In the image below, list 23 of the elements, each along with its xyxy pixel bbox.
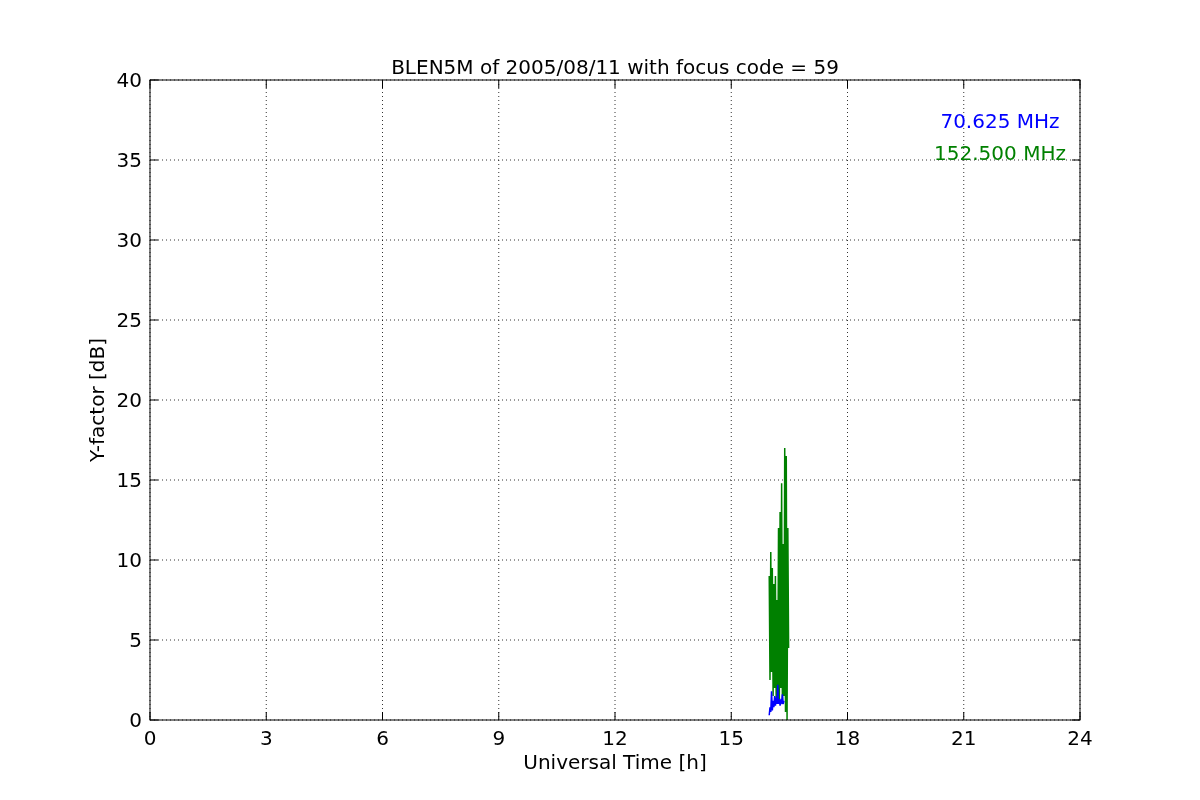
legend-label: 70.625 MHz [940, 109, 1060, 133]
x-axis-label: Universal Time [h] [523, 750, 707, 774]
y-tick-label: 10 [116, 548, 142, 572]
y-tick-label: 5 [129, 628, 142, 652]
y-tick-label: 0 [129, 708, 142, 732]
x-tick-label: 12 [602, 726, 628, 750]
x-tick-label: 24 [1067, 726, 1093, 750]
chart-title: BLEN5M of 2005/08/11 with focus code = 59 [391, 55, 839, 79]
x-tick-label: 15 [718, 726, 744, 750]
legend-label: 152.500 MHz [934, 141, 1066, 165]
y-tick-label: 40 [116, 68, 142, 92]
y-axis-label: Y-factor [dB] [85, 338, 109, 462]
y-tick-label: 20 [116, 388, 142, 412]
x-tick-label: 3 [259, 726, 273, 750]
x-tick-label: 9 [492, 726, 506, 750]
x-tick-label: 6 [376, 726, 389, 750]
x-tick-label: 21 [951, 726, 977, 750]
y-tick-label: 25 [116, 308, 142, 332]
x-tick-label: 0 [143, 726, 157, 750]
x-tick-label: 18 [834, 726, 861, 750]
y-tick-label: 15 [116, 468, 142, 492]
y-tick-label: 35 [116, 148, 142, 172]
y-tick-label: 30 [116, 228, 142, 252]
